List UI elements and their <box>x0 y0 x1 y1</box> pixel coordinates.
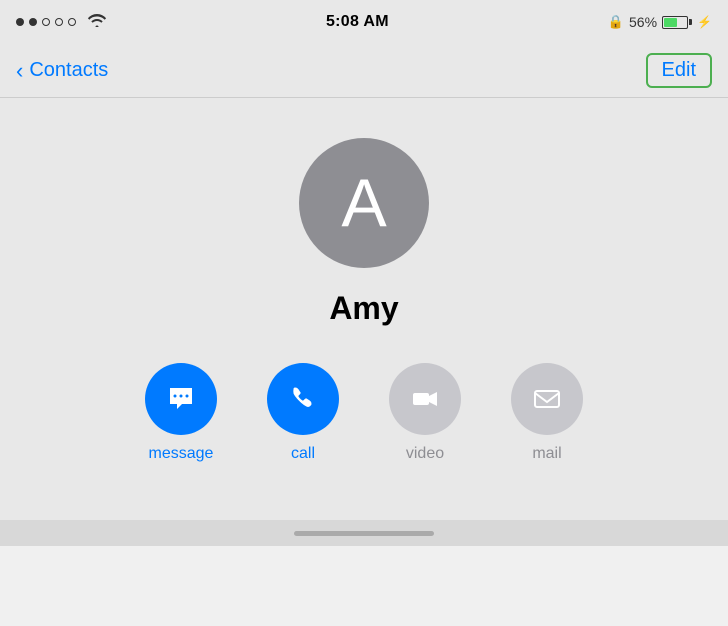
mail-label: mail <box>532 445 561 463</box>
back-label: Contacts <box>29 59 108 82</box>
avatar: A <box>299 138 429 268</box>
scroll-indicator <box>0 520 728 546</box>
battery-percent: 56% <box>629 14 657 30</box>
charging-icon: ⚡ <box>697 15 712 29</box>
contact-name: Amy <box>329 290 398 327</box>
call-label: call <box>291 445 315 463</box>
edit-button[interactable]: Edit <box>646 53 712 88</box>
message-button[interactable] <box>145 363 217 435</box>
mail-icon <box>530 382 564 416</box>
time-display: 5:08 AM <box>326 13 389 31</box>
message-action[interactable]: message <box>145 363 217 463</box>
contact-detail-view: A Amy message call <box>0 98 728 546</box>
video-action[interactable]: video <box>389 363 461 463</box>
signal-area <box>16 13 107 32</box>
phone-icon <box>286 382 320 416</box>
message-label: message <box>149 445 214 463</box>
back-button[interactable]: ‹ Contacts <box>16 59 108 82</box>
battery-indicator <box>662 16 692 29</box>
call-action[interactable]: call <box>267 363 339 463</box>
signal-dot-2 <box>29 18 37 26</box>
signal-dot-4 <box>55 18 63 26</box>
video-button[interactable] <box>389 363 461 435</box>
avatar-initial: A <box>341 164 386 242</box>
navigation-bar: ‹ Contacts Edit <box>0 44 728 98</box>
scroll-bar <box>294 531 434 536</box>
mail-button[interactable] <box>511 363 583 435</box>
battery-area: 🔒 56% ⚡ <box>608 14 712 30</box>
video-label: video <box>406 445 444 463</box>
signal-dot-5 <box>68 18 76 26</box>
actions-row: message call video <box>0 363 728 463</box>
back-chevron-icon: ‹ <box>16 60 23 82</box>
bottom-area <box>0 546 728 626</box>
mail-action[interactable]: mail <box>511 363 583 463</box>
lock-icon: 🔒 <box>608 14 624 30</box>
signal-dot-1 <box>16 18 24 26</box>
video-icon <box>408 382 442 416</box>
call-button[interactable] <box>267 363 339 435</box>
signal-dot-3 <box>42 18 50 26</box>
status-bar: 5:08 AM 🔒 56% ⚡ <box>0 0 728 44</box>
wifi-icon <box>87 13 107 32</box>
message-icon <box>164 382 198 416</box>
